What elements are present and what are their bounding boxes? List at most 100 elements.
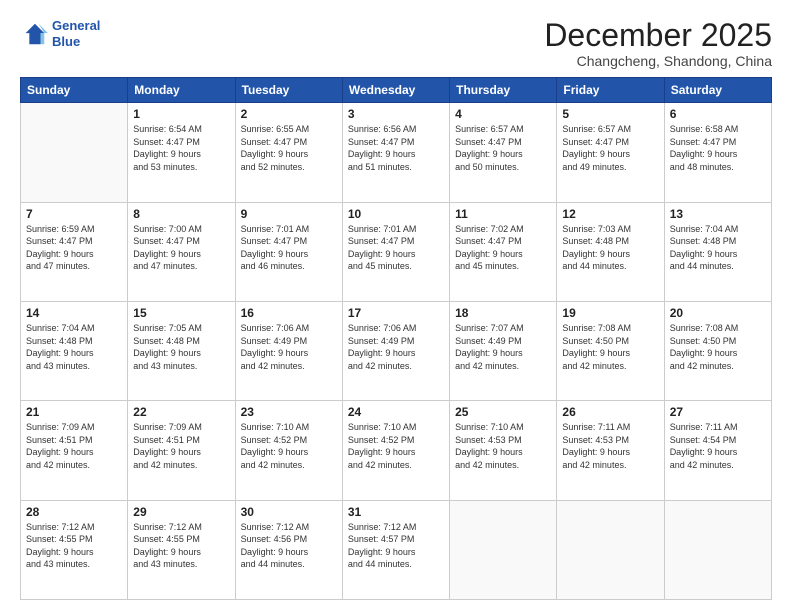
day-info: Sunrise: 7:08 AM Sunset: 4:50 PM Dayligh… xyxy=(562,322,658,372)
day-number: 4 xyxy=(455,107,551,121)
cell-0-5: 5 Sunrise: 6:57 AM Sunset: 4:47 PM Dayli… xyxy=(557,103,664,202)
day-info: Sunrise: 7:12 AM Sunset: 4:56 PM Dayligh… xyxy=(241,521,337,571)
logo-icon xyxy=(20,20,48,48)
col-tuesday: Tuesday xyxy=(235,78,342,103)
cell-4-5 xyxy=(557,500,664,599)
logo-text: General Blue xyxy=(52,18,100,49)
day-info: Sunrise: 7:01 AM Sunset: 4:47 PM Dayligh… xyxy=(348,223,444,273)
week-row-5: 28 Sunrise: 7:12 AM Sunset: 4:55 PM Dayl… xyxy=(21,500,772,599)
week-row-4: 21 Sunrise: 7:09 AM Sunset: 4:51 PM Dayl… xyxy=(21,401,772,500)
day-info: Sunrise: 7:03 AM Sunset: 4:48 PM Dayligh… xyxy=(562,223,658,273)
day-number: 23 xyxy=(241,405,337,419)
cell-4-0: 28 Sunrise: 7:12 AM Sunset: 4:55 PM Dayl… xyxy=(21,500,128,599)
cell-1-5: 12 Sunrise: 7:03 AM Sunset: 4:48 PM Dayl… xyxy=(557,202,664,301)
cell-0-0 xyxy=(21,103,128,202)
page: General Blue December 2025 Changcheng, S… xyxy=(0,0,792,612)
week-row-3: 14 Sunrise: 7:04 AM Sunset: 4:48 PM Dayl… xyxy=(21,301,772,400)
cell-2-3: 17 Sunrise: 7:06 AM Sunset: 4:49 PM Dayl… xyxy=(342,301,449,400)
col-friday: Friday xyxy=(557,78,664,103)
day-info: Sunrise: 7:06 AM Sunset: 4:49 PM Dayligh… xyxy=(241,322,337,372)
week-row-1: 1 Sunrise: 6:54 AM Sunset: 4:47 PM Dayli… xyxy=(21,103,772,202)
cell-4-4 xyxy=(450,500,557,599)
cell-1-4: 11 Sunrise: 7:02 AM Sunset: 4:47 PM Dayl… xyxy=(450,202,557,301)
col-monday: Monday xyxy=(128,78,235,103)
day-number: 30 xyxy=(241,505,337,519)
day-number: 16 xyxy=(241,306,337,320)
cell-1-2: 9 Sunrise: 7:01 AM Sunset: 4:47 PM Dayli… xyxy=(235,202,342,301)
day-number: 8 xyxy=(133,207,229,221)
day-number: 25 xyxy=(455,405,551,419)
cell-4-2: 30 Sunrise: 7:12 AM Sunset: 4:56 PM Dayl… xyxy=(235,500,342,599)
calendar-header-row: Sunday Monday Tuesday Wednesday Thursday… xyxy=(21,78,772,103)
location: Changcheng, Shandong, China xyxy=(544,53,772,69)
cell-2-2: 16 Sunrise: 7:06 AM Sunset: 4:49 PM Dayl… xyxy=(235,301,342,400)
day-info: Sunrise: 7:12 AM Sunset: 4:55 PM Dayligh… xyxy=(133,521,229,571)
day-info: Sunrise: 7:06 AM Sunset: 4:49 PM Dayligh… xyxy=(348,322,444,372)
day-info: Sunrise: 7:05 AM Sunset: 4:48 PM Dayligh… xyxy=(133,322,229,372)
cell-1-0: 7 Sunrise: 6:59 AM Sunset: 4:47 PM Dayli… xyxy=(21,202,128,301)
day-info: Sunrise: 6:55 AM Sunset: 4:47 PM Dayligh… xyxy=(241,123,337,173)
day-info: Sunrise: 7:12 AM Sunset: 4:55 PM Dayligh… xyxy=(26,521,122,571)
cell-0-3: 3 Sunrise: 6:56 AM Sunset: 4:47 PM Dayli… xyxy=(342,103,449,202)
cell-0-1: 1 Sunrise: 6:54 AM Sunset: 4:47 PM Dayli… xyxy=(128,103,235,202)
day-number: 1 xyxy=(133,107,229,121)
day-number: 29 xyxy=(133,505,229,519)
day-info: Sunrise: 6:57 AM Sunset: 4:47 PM Dayligh… xyxy=(562,123,658,173)
cell-1-3: 10 Sunrise: 7:01 AM Sunset: 4:47 PM Dayl… xyxy=(342,202,449,301)
cell-1-6: 13 Sunrise: 7:04 AM Sunset: 4:48 PM Dayl… xyxy=(664,202,771,301)
day-number: 24 xyxy=(348,405,444,419)
day-info: Sunrise: 7:11 AM Sunset: 4:53 PM Dayligh… xyxy=(562,421,658,471)
day-number: 27 xyxy=(670,405,766,419)
logo: General Blue xyxy=(20,18,100,49)
month-title: December 2025 xyxy=(544,18,772,53)
cell-4-3: 31 Sunrise: 7:12 AM Sunset: 4:57 PM Dayl… xyxy=(342,500,449,599)
day-number: 18 xyxy=(455,306,551,320)
day-number: 21 xyxy=(26,405,122,419)
cell-2-5: 19 Sunrise: 7:08 AM Sunset: 4:50 PM Dayl… xyxy=(557,301,664,400)
day-info: Sunrise: 7:10 AM Sunset: 4:53 PM Dayligh… xyxy=(455,421,551,471)
day-number: 19 xyxy=(562,306,658,320)
day-number: 10 xyxy=(348,207,444,221)
calendar-table: Sunday Monday Tuesday Wednesday Thursday… xyxy=(20,77,772,600)
day-info: Sunrise: 7:11 AM Sunset: 4:54 PM Dayligh… xyxy=(670,421,766,471)
day-info: Sunrise: 7:12 AM Sunset: 4:57 PM Dayligh… xyxy=(348,521,444,571)
col-thursday: Thursday xyxy=(450,78,557,103)
day-number: 2 xyxy=(241,107,337,121)
day-number: 14 xyxy=(26,306,122,320)
cell-4-1: 29 Sunrise: 7:12 AM Sunset: 4:55 PM Dayl… xyxy=(128,500,235,599)
title-block: December 2025 Changcheng, Shandong, Chin… xyxy=(544,18,772,69)
day-number: 12 xyxy=(562,207,658,221)
day-info: Sunrise: 7:04 AM Sunset: 4:48 PM Dayligh… xyxy=(670,223,766,273)
cell-3-6: 27 Sunrise: 7:11 AM Sunset: 4:54 PM Dayl… xyxy=(664,401,771,500)
day-info: Sunrise: 7:01 AM Sunset: 4:47 PM Dayligh… xyxy=(241,223,337,273)
day-number: 17 xyxy=(348,306,444,320)
cell-2-6: 20 Sunrise: 7:08 AM Sunset: 4:50 PM Dayl… xyxy=(664,301,771,400)
week-row-2: 7 Sunrise: 6:59 AM Sunset: 4:47 PM Dayli… xyxy=(21,202,772,301)
day-info: Sunrise: 6:58 AM Sunset: 4:47 PM Dayligh… xyxy=(670,123,766,173)
day-info: Sunrise: 7:04 AM Sunset: 4:48 PM Dayligh… xyxy=(26,322,122,372)
day-number: 3 xyxy=(348,107,444,121)
cell-2-0: 14 Sunrise: 7:04 AM Sunset: 4:48 PM Dayl… xyxy=(21,301,128,400)
day-info: Sunrise: 6:57 AM Sunset: 4:47 PM Dayligh… xyxy=(455,123,551,173)
day-info: Sunrise: 7:09 AM Sunset: 4:51 PM Dayligh… xyxy=(133,421,229,471)
col-wednesday: Wednesday xyxy=(342,78,449,103)
day-number: 26 xyxy=(562,405,658,419)
cell-0-4: 4 Sunrise: 6:57 AM Sunset: 4:47 PM Dayli… xyxy=(450,103,557,202)
day-info: Sunrise: 7:10 AM Sunset: 4:52 PM Dayligh… xyxy=(241,421,337,471)
header: General Blue December 2025 Changcheng, S… xyxy=(20,18,772,69)
day-number: 7 xyxy=(26,207,122,221)
day-info: Sunrise: 6:59 AM Sunset: 4:47 PM Dayligh… xyxy=(26,223,122,273)
day-info: Sunrise: 6:56 AM Sunset: 4:47 PM Dayligh… xyxy=(348,123,444,173)
day-number: 9 xyxy=(241,207,337,221)
day-info: Sunrise: 6:54 AM Sunset: 4:47 PM Dayligh… xyxy=(133,123,229,173)
day-info: Sunrise: 7:07 AM Sunset: 4:49 PM Dayligh… xyxy=(455,322,551,372)
cell-3-5: 26 Sunrise: 7:11 AM Sunset: 4:53 PM Dayl… xyxy=(557,401,664,500)
cell-4-6 xyxy=(664,500,771,599)
cell-0-2: 2 Sunrise: 6:55 AM Sunset: 4:47 PM Dayli… xyxy=(235,103,342,202)
col-saturday: Saturday xyxy=(664,78,771,103)
day-info: Sunrise: 7:02 AM Sunset: 4:47 PM Dayligh… xyxy=(455,223,551,273)
day-number: 31 xyxy=(348,505,444,519)
day-number: 5 xyxy=(562,107,658,121)
day-info: Sunrise: 7:10 AM Sunset: 4:52 PM Dayligh… xyxy=(348,421,444,471)
cell-0-6: 6 Sunrise: 6:58 AM Sunset: 4:47 PM Dayli… xyxy=(664,103,771,202)
